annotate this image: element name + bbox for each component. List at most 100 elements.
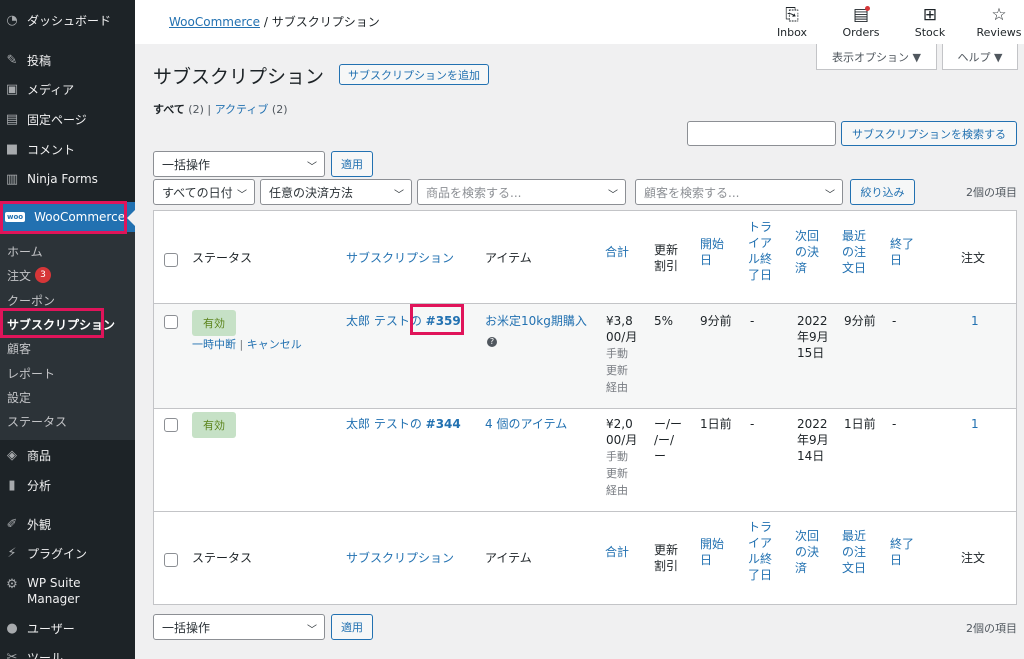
column-header-next-payment[interactable]: 次回 の決済 bbox=[795, 228, 819, 276]
filter-active[interactable]: アクティブ bbox=[215, 103, 269, 116]
sidebar-item-woocommerce[interactable]: woo WooCommerce bbox=[0, 202, 135, 232]
product-search-select[interactable]: 商品を検索する... ﹀ bbox=[417, 179, 626, 205]
payment-method-select[interactable]: 任意の決済方法 ﹀ bbox=[260, 179, 412, 205]
select-all-checkbox[interactable] bbox=[164, 253, 178, 267]
bulk-action-select-bottom[interactable]: 一括操作 ﹀ bbox=[153, 614, 325, 640]
column-header-trial-end[interactable]: トラ イア ル終 了日 bbox=[748, 219, 772, 283]
sidebar-item-appearance[interactable]: ✐ 外観 bbox=[0, 510, 135, 538]
apply-button-top[interactable]: 適用 bbox=[331, 151, 373, 177]
column-footer-next-payment[interactable]: 次回 の決済 bbox=[795, 528, 819, 576]
column-footer-status[interactable]: ステータス bbox=[192, 550, 252, 566]
breadcrumb-link-woocommerce[interactable]: WooCommerce bbox=[169, 15, 260, 29]
sidebar-item-plugins[interactable]: ⚡ プラグイン bbox=[0, 539, 135, 567]
column-header-subscription[interactable]: サブスクリプション bbox=[346, 250, 454, 266]
inbox-button[interactable]: ⎘ Inbox bbox=[762, 4, 822, 39]
date-filter-select[interactable]: すべての日付 ﹀ bbox=[153, 179, 255, 205]
select-all-checkbox-footer[interactable] bbox=[164, 553, 178, 567]
column-footer-subscription[interactable]: サブスクリプション bbox=[346, 550, 454, 566]
stock-button[interactable]: ⊞ Stock bbox=[900, 4, 960, 39]
trial-end-cell: - bbox=[750, 314, 755, 328]
column-footer-total[interactable]: 合計 bbox=[605, 544, 629, 560]
column-header-item: アイテム bbox=[485, 251, 532, 265]
woocommerce-header: WooCommerce / サブスクリプション ⎘ Inbox ▤ Orders ⊞… bbox=[135, 0, 1024, 44]
search-subscriptions-button[interactable]: サブスクリプションを検索する bbox=[841, 121, 1017, 146]
submenu-item-orders[interactable]: 注文 3 bbox=[7, 265, 52, 285]
sidebar-item-ninja-forms[interactable]: ▥ Ninja Forms bbox=[0, 165, 135, 193]
gear-icon: ⚙ bbox=[6, 576, 18, 592]
sidebar-item-pages[interactable]: ▤ 固定ページ bbox=[0, 105, 135, 133]
add-subscription-button[interactable]: サブスクリプションを追加 bbox=[339, 64, 489, 85]
column-header-status[interactable]: ステータス bbox=[192, 250, 252, 266]
user-icon: ● bbox=[6, 620, 18, 636]
row-checkbox[interactable] bbox=[164, 315, 178, 329]
item-count-bottom: 2個の項目 bbox=[966, 622, 1017, 635]
subscription-link[interactable]: 太郎 テストの #344 bbox=[346, 416, 461, 432]
orders-button[interactable]: ▤ Orders bbox=[831, 4, 891, 39]
column-header-total[interactable]: 合計 bbox=[605, 244, 629, 260]
divider bbox=[154, 408, 1016, 409]
submenu-item-coupons[interactable]: クーポン bbox=[7, 290, 55, 310]
sidebar-item-analytics[interactable]: ▮ 分析 bbox=[0, 471, 135, 499]
row-checkbox[interactable] bbox=[164, 418, 178, 432]
total-cell: ¥3,8 00/月 手動 更新 経由 bbox=[606, 314, 638, 394]
current-arrow bbox=[127, 210, 135, 226]
column-header-start[interactable]: 開始日 bbox=[700, 236, 724, 268]
total-cell: ¥2,0 00/月 手動 更新 経由 bbox=[606, 417, 638, 497]
form-icon: ▥ bbox=[5, 171, 19, 187]
subscription-search-input[interactable] bbox=[687, 121, 836, 146]
submenu-item-settings[interactable]: 設定 bbox=[7, 387, 31, 407]
box-icon: ◈ bbox=[7, 447, 17, 463]
divider bbox=[154, 511, 1016, 512]
sidebar-item-wp-suite-manager[interactable]: ⚙ WP Suite Manager bbox=[0, 575, 135, 611]
subscription-link[interactable]: 太郎 テストの #359 bbox=[346, 313, 461, 329]
column-header-orders: 注文 bbox=[961, 251, 986, 265]
column-footer-renewal-discount: 更新 割引 bbox=[654, 543, 679, 573]
sidebar-item-comments[interactable]: ■ コメント bbox=[0, 135, 135, 163]
comment-icon: ■ bbox=[5, 141, 19, 157]
submenu-item-status[interactable]: ステータス bbox=[7, 411, 67, 431]
submenu-item-customers[interactable]: 顧客 bbox=[7, 338, 31, 358]
chevron-down-icon: ﹀ bbox=[394, 190, 404, 201]
column-header-last-order[interactable]: 最近 の注 文日 bbox=[842, 228, 866, 276]
submenu-item-reports[interactable]: レポート bbox=[7, 363, 55, 383]
customer-search-select[interactable]: 顧客を検索する... ﹀ bbox=[635, 179, 843, 205]
filter-button[interactable]: 絞り込み bbox=[850, 179, 915, 205]
sidebar-item-dashboard[interactable]: ◔ ダッシュボード bbox=[0, 6, 135, 34]
woo-icon: woo bbox=[5, 212, 26, 222]
apply-button-bottom[interactable]: 適用 bbox=[331, 614, 373, 640]
submenu-item-subscriptions[interactable]: サブスクリプション bbox=[7, 314, 115, 334]
star-icon: ☆ bbox=[991, 5, 1007, 25]
breadcrumb-current: サブスクリプション bbox=[271, 15, 380, 29]
orders-link[interactable]: 1 bbox=[971, 416, 979, 432]
notification-dot bbox=[865, 6, 870, 11]
cancel-link[interactable]: キャンセル bbox=[247, 338, 302, 351]
column-footer-start[interactable]: 開始日 bbox=[700, 536, 724, 568]
sidebar-item-users[interactable]: ● ユーザー bbox=[0, 614, 135, 642]
orders-link[interactable]: 1 bbox=[971, 313, 979, 329]
item-link[interactable]: お米定10kg期購入 bbox=[485, 313, 587, 329]
screen-options-button[interactable]: 表示オプション ▼ bbox=[816, 44, 937, 70]
sidebar-item-products[interactable]: ◈ 商品 bbox=[0, 441, 135, 469]
status-badge: 有効 bbox=[192, 412, 236, 438]
submenu-item-home[interactable]: ホーム bbox=[7, 241, 43, 261]
chevron-down-icon: ﹀ bbox=[307, 162, 317, 173]
column-header-end[interactable]: 終了日 bbox=[890, 236, 914, 268]
column-footer-last-order[interactable]: 最近 の注 文日 bbox=[842, 528, 866, 576]
item-link[interactable]: 4 個のアイテム bbox=[485, 416, 567, 432]
orders-count-badge: 3 bbox=[35, 267, 52, 283]
filter-all[interactable]: すべて bbox=[153, 103, 185, 116]
last-order-cell: 1日前 bbox=[844, 417, 876, 431]
bulk-action-select-top[interactable]: 一括操作 ﹀ bbox=[153, 151, 325, 177]
sidebar-item-media[interactable]: ▣ メディア bbox=[0, 75, 135, 103]
help-button[interactable]: ヘルプ ▼ bbox=[942, 44, 1018, 70]
sidebar-item-posts[interactable]: ✎ 投稿 bbox=[0, 46, 135, 74]
column-footer-end[interactable]: 終了日 bbox=[890, 536, 914, 568]
column-footer-orders: 注文 bbox=[961, 551, 986, 565]
reviews-button[interactable]: ☆ Reviews bbox=[969, 4, 1024, 39]
status-filters: すべて (2) | アクティブ (2) bbox=[153, 103, 288, 116]
help-icon[interactable]: ? bbox=[487, 332, 497, 348]
suspend-link[interactable]: 一時中断 bbox=[192, 338, 236, 351]
sidebar-item-tools[interactable]: ✂ ツール bbox=[0, 643, 135, 659]
page-icon: ▤ bbox=[5, 111, 19, 127]
column-footer-trial-end[interactable]: トラ イア ル終 了日 bbox=[748, 519, 772, 583]
